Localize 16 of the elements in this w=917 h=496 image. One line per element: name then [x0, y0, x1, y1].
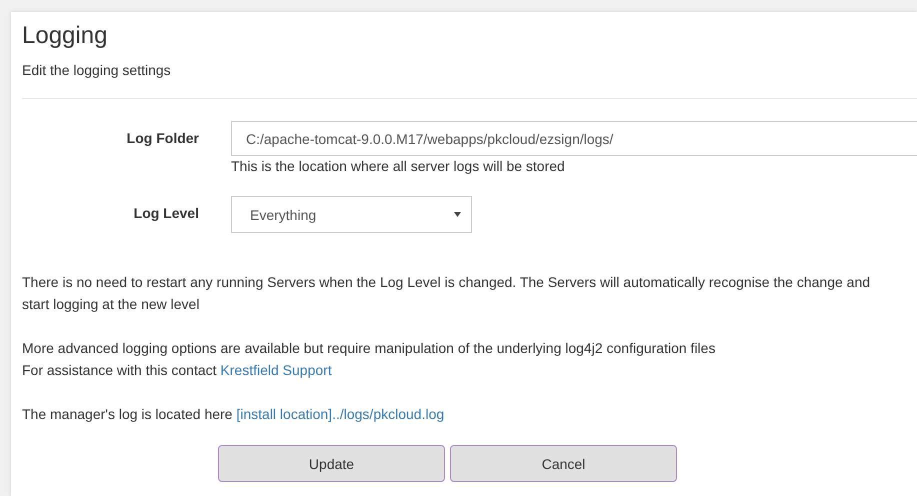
field-label: Log Level — [132, 204, 200, 223]
info-text: More advanced logging options are available but require manipulation of the underlying log4j2 configuration files — [22, 339, 716, 358]
input-field[interactable]: C:/apache-tomcat-9.0.0.M17/webapps/pkcloud/ezsign/logs/ — [231, 121, 917, 156]
help-text: This is the location where all server logs will be stored — [231, 157, 566, 176]
cancel-button[interactable]: Cancel — [450, 445, 677, 482]
info-text: For assistance with this contact Krestfield Support — [22, 361, 333, 380]
info-text: The manager's log is located here [install location]../logs/pkcloud.log — [22, 405, 446, 424]
page-title: Logging — [22, 22, 108, 50]
info-text: There is no need to restart any running Servers when the Log Level is changed. The Servers will automatically recognise the change and start logging at the new level — [22, 273, 872, 314]
field-label: Log Folder — [126, 129, 200, 148]
page-subtitle: Edit the logging settings — [22, 61, 172, 79]
link[interactable]: [install location]../logs/pkcloud.log — [236, 406, 444, 422]
dropdown[interactable]: Everything — [231, 196, 472, 233]
update-button[interactable]: Update — [218, 445, 445, 482]
caret-icon — [454, 212, 461, 217]
link[interactable]: Krestfield Support — [220, 362, 332, 378]
